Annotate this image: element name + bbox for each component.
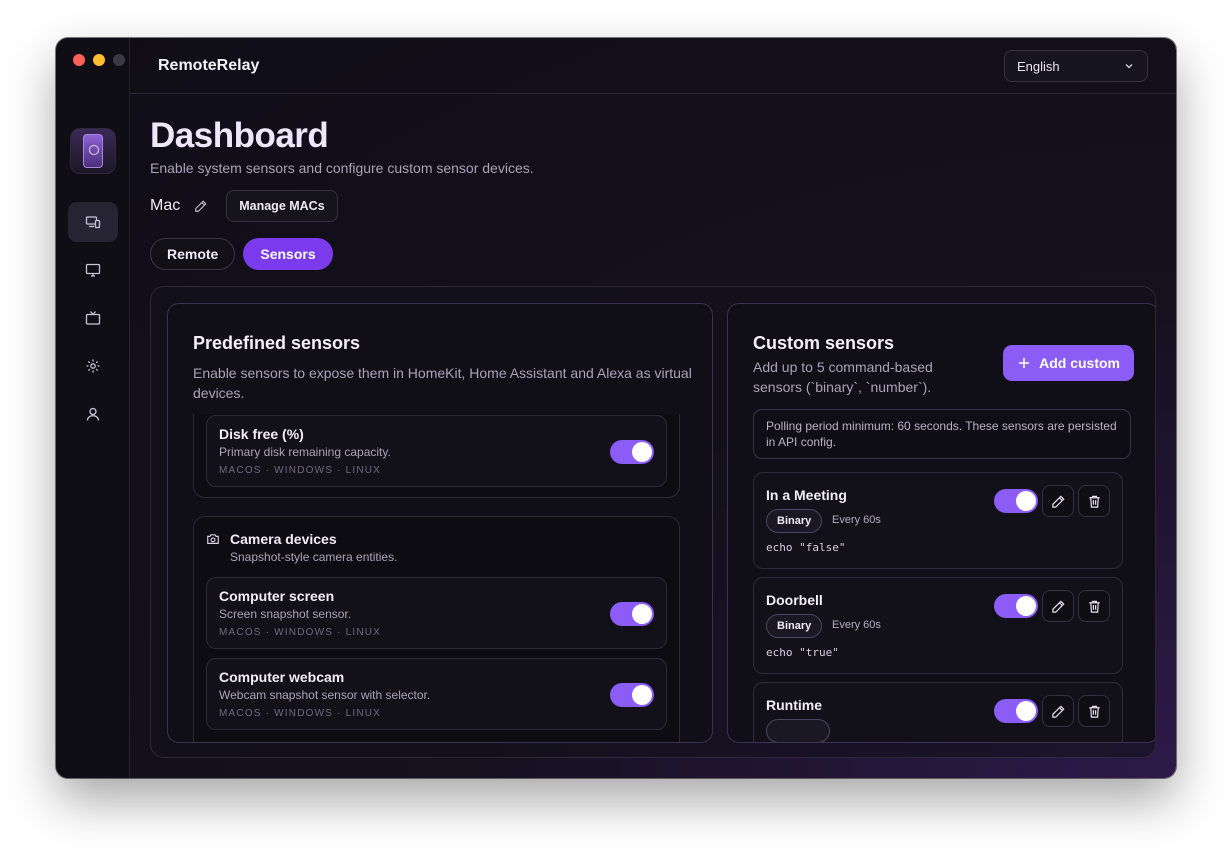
sidebar-item-settings[interactable] [68,346,118,386]
app-window: RemoteRelay English Dashboard Enable sys… [56,38,1176,778]
custom-sensor-toggle[interactable] [994,699,1038,723]
custom-sensor-title: In a Meeting [766,487,847,503]
sidebar-item-account[interactable] [68,394,118,434]
sensor-title: Computer screen [219,588,335,604]
language-select[interactable]: English [1004,50,1148,82]
mac-selector-row: Mac Manage MACs [150,190,338,222]
predefined-sensors-title: Predefined sensors [193,333,361,353]
edit-sensor-button[interactable] [1042,590,1074,622]
sensor-toggle[interactable] [610,683,654,707]
delete-sensor-button[interactable] [1078,695,1110,727]
devices-icon [85,216,101,229]
sensor-interval: Every 60s [832,619,881,631]
pencil-icon [1051,494,1065,508]
sensor-type-badge: Binary [766,614,823,638]
trash-icon [1088,705,1100,718]
sensor-description: Webcam snapshot sensor with selector. [219,688,431,702]
camera-group-title: Camera devices [230,531,337,547]
app-title: RemoteRelay [158,57,260,74]
sensor-type-badge [766,719,830,742]
sensor-command: echo "false" [766,541,846,554]
custom-sensors-title: Custom sensors [753,333,895,353]
sensor-title: Computer webcam [219,669,345,685]
sensor-description: Screen snapshot sensor. [219,607,352,621]
sensor-toggle[interactable] [610,602,654,626]
mac-name: Mac [150,197,181,214]
main-content: Dashboard Enable system sensors and conf… [130,94,1176,778]
camera-icon [207,534,219,544]
polling-notice: Polling period minimum: 60 seconds. Thes… [753,409,1131,459]
tv-icon [85,311,101,325]
sidebar-item-devices[interactable] [68,202,118,242]
custom-sensors-panel: Custom sensors Add up to 5 command-based… [727,303,1155,743]
page-title: Dashboard [150,116,329,155]
minimize-window-button[interactable] [93,54,105,66]
top-bar: RemoteRelay English [130,38,1176,94]
custom-sensor-card: Runtime [753,682,1123,742]
sensor-item-computer-webcam: Computer webcam Webcam snapshot sensor w… [206,658,667,730]
window-controls [73,54,125,66]
edit-sensor-button[interactable] [1042,695,1074,727]
close-window-button[interactable] [73,54,85,66]
trash-icon [1088,495,1100,508]
sensor-item-computer-screen: Computer screen Screen snapshot sensor. … [206,577,667,649]
sensor-item-disk-free: Disk free (%) Primary disk remaining cap… [206,415,667,487]
monitor-icon [85,263,101,277]
custom-sensors-list[interactable]: In a Meeting Binary Every 60s echo "fals… [753,472,1123,742]
sensor-interval: Every 60s [832,514,881,526]
custom-sensor-toggle[interactable] [994,594,1038,618]
predefined-sensors-panel: Predefined sensors Enable sensors to exp… [167,303,713,743]
delete-sensor-button[interactable] [1078,590,1110,622]
custom-sensor-card: In a Meeting Binary Every 60s echo "fals… [753,472,1123,569]
sensor-description: Primary disk remaining capacity. [219,445,391,459]
sensor-platforms: MACOS · WINDOWS · LINUX [219,465,382,476]
sensor-platforms: MACOS · WINDOWS · LINUX [219,627,382,638]
custom-sensor-title: Runtime [766,697,822,713]
edit-mac-name-icon[interactable] [194,199,208,213]
plus-icon [1019,358,1030,368]
sensor-type-badge: Binary [766,509,823,533]
page-subtitle: Enable system sensors and configure cust… [150,160,534,176]
remote-phone-icon [83,134,103,168]
chevron-down-icon [1125,64,1133,69]
custom-sensor-toggle[interactable] [994,489,1038,513]
manage-macs-button[interactable]: Manage MACs [226,190,338,222]
sensors-content: Predefined sensors Enable sensors to exp… [150,286,1156,758]
system-sensors-group: Disk free (%) Primary disk remaining cap… [193,414,680,498]
zoom-window-button[interactable] [113,54,125,66]
sidebar-item-display[interactable] [68,250,118,290]
sensor-toggle[interactable] [610,440,654,464]
pencil-icon [1051,599,1065,613]
add-custom-label: Add custom [1039,355,1120,371]
edit-sensor-button[interactable] [1042,485,1074,517]
language-select-value: English [1017,58,1060,74]
sensor-command: echo "true" [766,646,839,659]
sidebar-item-tv[interactable] [68,298,118,338]
view-tabs: Remote Sensors [150,238,333,270]
custom-sensors-description: Add up to 5 command-based sensors (`bina… [753,359,933,395]
custom-sensor-card: Doorbell Binary Every 60s echo "true" [753,577,1123,674]
camera-group-description: Snapshot-style camera entities. [230,550,398,564]
add-custom-button[interactable]: Add custom [1003,345,1134,381]
trash-icon [1088,600,1100,613]
predefined-sensors-list[interactable]: Disk free (%) Primary disk remaining cap… [193,414,680,742]
app-logo [70,128,116,174]
tab-remote[interactable]: Remote [150,238,236,270]
custom-sensor-title: Doorbell [766,592,823,608]
sidebar [56,38,130,778]
gear-icon [86,359,100,373]
delete-sensor-button[interactable] [1078,485,1110,517]
pencil-icon [1051,704,1065,718]
user-icon [86,407,100,421]
camera-devices-group: Camera devices Snapshot-style camera ent… [193,516,680,742]
tab-sensors[interactable]: Sensors [243,238,333,270]
sensor-title: Disk free (%) [219,426,304,442]
predefined-sensors-description: Enable sensors to expose them in HomeKit… [193,365,692,401]
sensor-platforms: MACOS · WINDOWS · LINUX [219,708,382,719]
